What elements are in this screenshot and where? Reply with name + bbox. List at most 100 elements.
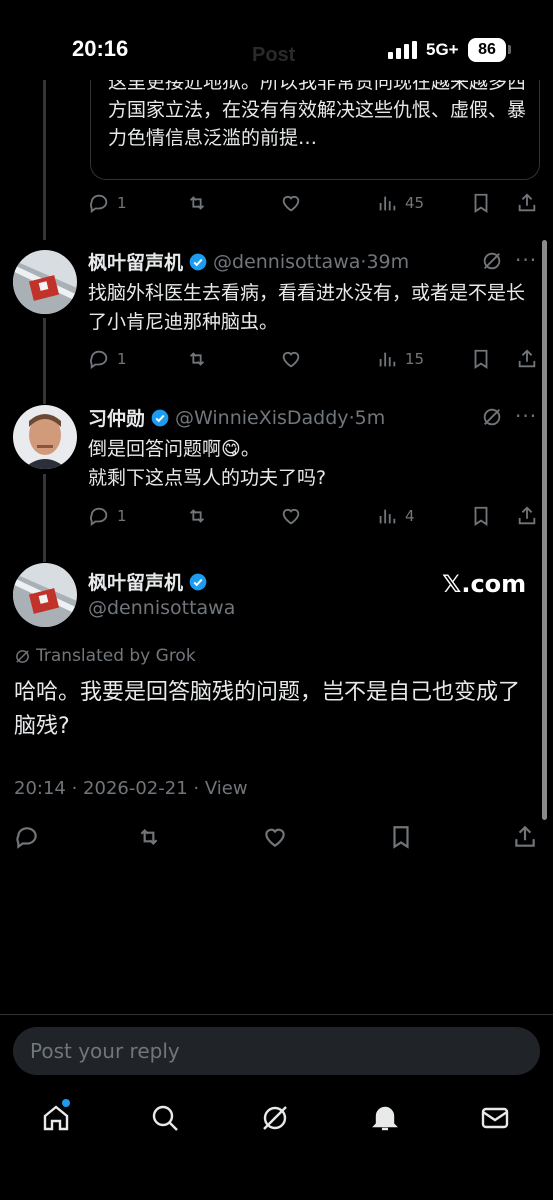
share-button[interactable] — [516, 346, 538, 372]
share-icon — [518, 193, 536, 212]
grok-icon[interactable] — [481, 406, 503, 428]
like-button[interactable] — [280, 190, 302, 216]
share-button[interactable] — [512, 824, 538, 850]
display-name[interactable]: 枫叶留声机 — [88, 568, 183, 595]
tab-grok[interactable] — [259, 1102, 291, 1134]
action-bar: 1 15 — [88, 346, 540, 372]
share-icon — [518, 349, 536, 368]
share-button[interactable] — [516, 190, 538, 216]
avatar[interactable] — [13, 250, 77, 314]
separator: · — [65, 778, 84, 799]
search-icon — [152, 1105, 178, 1131]
verified-icon — [151, 409, 169, 426]
avatar[interactable] — [13, 563, 77, 627]
like-icon — [265, 828, 285, 847]
views-icon — [379, 509, 396, 524]
like-button[interactable] — [280, 346, 302, 372]
views-count: 45 — [405, 194, 425, 212]
quoted-post-text: 这里更接近地狱。所以我非常赞同现在越来越多西方国家立法，在没有有效解决这些仇恨、… — [108, 71, 527, 149]
x-watermark: 𝕏.com — [442, 570, 527, 598]
post-text: 找脑外科医生去看病，看看进水没有，或者是不是长了小肯尼迪那种脑虫。 — [88, 282, 526, 333]
avatar[interactable] — [13, 405, 77, 469]
display-name[interactable]: 习仲勋 — [88, 404, 145, 431]
user-handle[interactable]: @dennisottawa — [88, 597, 235, 619]
bookmark-button[interactable] — [388, 824, 414, 850]
post-text-punct: 。 — [240, 438, 260, 460]
thread-line — [43, 80, 46, 240]
main-post-header: 枫叶留声机 — [88, 568, 213, 595]
main-action-bar — [14, 824, 540, 850]
reply-count: 1 — [117, 507, 127, 525]
views-icon — [379, 352, 396, 367]
main-post-text: 哈哈。我要是回答脑残的问题，岂不是自己也变成了脑残? — [14, 680, 521, 739]
bookmark-icon — [474, 193, 488, 213]
verified-icon — [189, 253, 207, 270]
post-text-line: 倒是回答问题啊 — [88, 438, 222, 460]
like-icon — [282, 351, 300, 368]
display-name[interactable]: 枫叶留声机 — [88, 248, 183, 275]
thread-line — [43, 318, 46, 404]
reply-input[interactable]: Post your reply — [13, 1027, 540, 1075]
repost-button[interactable] — [186, 190, 208, 216]
user-handle[interactable]: @WinnieXisDaddy — [175, 407, 349, 429]
share-icon — [515, 825, 535, 847]
reply-count: 1 — [117, 350, 127, 368]
bookmark-icon — [393, 826, 409, 849]
post-time: 20:14 — [14, 778, 66, 799]
home-notification-dot — [62, 1099, 70, 1107]
post-time: 39m — [366, 250, 410, 273]
reply-icon — [90, 194, 108, 214]
like-icon — [282, 195, 300, 212]
more-icon[interactable]: ··· — [515, 404, 537, 428]
separator: · — [187, 778, 205, 799]
grok-icon — [16, 649, 29, 663]
user-handle[interactable]: @dennisottawa — [213, 251, 360, 273]
translated-label[interactable]: Translated by Grok — [14, 646, 196, 666]
repost-icon — [189, 196, 205, 210]
tab-search[interactable] — [149, 1102, 181, 1134]
reply-button[interactable]: 1 — [88, 190, 127, 216]
translated-text: Translated by Grok — [36, 646, 196, 666]
post-time: 5m — [354, 406, 386, 429]
reply-icon — [90, 507, 108, 527]
post-text: 倒是回答问题啊😋。 就剩下这点骂人的功夫了吗? — [88, 435, 538, 493]
action-bar: 1 4 — [88, 503, 540, 529]
more-icon[interactable]: ··· — [515, 248, 537, 272]
action-bar: 1 45 — [88, 190, 540, 216]
repost-icon — [140, 828, 158, 846]
scrollbar[interactable] — [542, 240, 547, 820]
like-button[interactable] — [280, 503, 302, 529]
views-button[interactable]: 15 — [376, 346, 424, 372]
views-button[interactable]: 45 — [376, 190, 424, 216]
messages-icon — [481, 1107, 509, 1129]
like-button[interactable] — [262, 824, 288, 850]
views-count: 4 — [405, 507, 415, 525]
tweet-header: 习仲勋 @WinnieXisDaddy · 5m — [88, 404, 385, 431]
tab-messages[interactable] — [479, 1102, 511, 1134]
view-link[interactable]: View — [205, 778, 248, 799]
reply-button[interactable]: 1 — [88, 503, 127, 529]
repost-button[interactable] — [186, 503, 208, 529]
bookmark-icon — [474, 506, 488, 526]
grok-icon[interactable] — [481, 250, 503, 272]
emoji: 😋 — [221, 438, 241, 460]
reply-button[interactable] — [14, 824, 40, 850]
repost-button[interactable] — [136, 824, 162, 850]
battery-icon: 86 — [468, 38, 506, 62]
post-text-line: 就剩下这点骂人的功夫了吗? — [88, 467, 327, 489]
tab-notifications[interactable] — [369, 1102, 401, 1134]
views-icon — [379, 196, 396, 211]
status-bar: Post 20:16 5G+ 86 — [0, 0, 553, 80]
views-button[interactable]: 4 — [376, 503, 415, 529]
bookmark-button[interactable] — [470, 503, 492, 529]
bookmark-button[interactable] — [470, 346, 492, 372]
divider — [0, 1014, 553, 1015]
repost-button[interactable] — [186, 346, 208, 372]
reply-button[interactable]: 1 — [88, 346, 127, 372]
views-count: 15 — [405, 350, 425, 368]
battery-tip — [508, 45, 511, 54]
reply-icon — [90, 350, 108, 370]
share-button[interactable] — [516, 503, 538, 529]
bookmark-button[interactable] — [470, 190, 492, 216]
bookmark-icon — [474, 349, 488, 369]
